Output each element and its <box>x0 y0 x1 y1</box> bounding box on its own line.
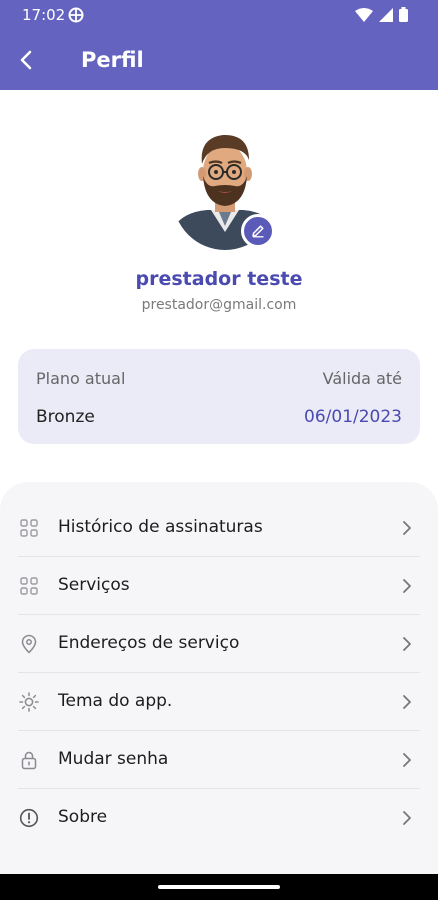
menu-item-label: Mudar senha <box>58 749 169 769</box>
chevron-right-icon <box>403 579 411 593</box>
menu-item-mudar-senha[interactable]: Mudar senha <box>0 731 438 789</box>
battery-icon <box>399 7 408 22</box>
profile-email: prestador@gmail.com <box>141 297 297 313</box>
chevron-right-icon <box>403 521 411 535</box>
home-gesture-handle[interactable] <box>158 885 280 889</box>
menu-item-label: Endereços de serviço <box>58 633 240 653</box>
info-icon <box>19 808 39 828</box>
arrow-back-icon[interactable] <box>14 47 40 73</box>
chevron-right-icon <box>403 637 411 651</box>
pencil-icon <box>252 225 264 238</box>
menu-item-servicos[interactable]: Serviços <box>0 557 438 615</box>
menu-item-label: Serviços <box>58 575 130 595</box>
menu-item-tema-app[interactable]: Tema do app. <box>0 673 438 731</box>
lock-icon <box>21 751 37 770</box>
status-time: 17:02 <box>22 6 66 24</box>
plan-card: Plano atual Válida até Bronze 06/01/2023 <box>18 349 420 444</box>
location-pin-icon <box>21 634 37 654</box>
chevron-right-icon <box>403 753 411 767</box>
plan-valid-label: Válida até <box>322 369 402 388</box>
sun-icon <box>19 692 39 712</box>
wifi-icon <box>355 7 373 22</box>
vpn-globe-icon <box>68 7 84 23</box>
settings-menu: Histórico de assinaturas Serviços Endere… <box>0 482 438 874</box>
menu-item-label: Sobre <box>58 807 108 827</box>
status-bar: 17:02 <box>0 0 438 30</box>
signal-icon <box>379 7 393 22</box>
grid-icon <box>20 519 38 537</box>
menu-item-label: Tema do app. <box>58 691 173 711</box>
page-title: Perfil <box>81 48 144 72</box>
menu-item-historico-assinaturas[interactable]: Histórico de assinaturas <box>0 499 438 557</box>
chevron-right-icon <box>403 695 411 709</box>
edit-avatar-button[interactable] <box>241 214 275 248</box>
plan-valid-value: 06/01/2023 <box>304 407 402 427</box>
plan-current-label: Plano atual <box>36 369 126 388</box>
profile-name: prestador teste <box>135 268 303 290</box>
menu-item-label: Histórico de assinaturas <box>58 517 263 537</box>
menu-item-sobre[interactable]: Sobre <box>0 789 438 847</box>
grid-icon <box>20 577 38 595</box>
plan-current-value: Bronze <box>36 407 95 427</box>
system-navigation-bar <box>0 874 438 900</box>
chevron-right-icon <box>403 811 411 825</box>
menu-item-enderecos-servico[interactable]: Endereços de serviço <box>0 615 438 673</box>
app-bar: Perfil <box>0 30 438 90</box>
